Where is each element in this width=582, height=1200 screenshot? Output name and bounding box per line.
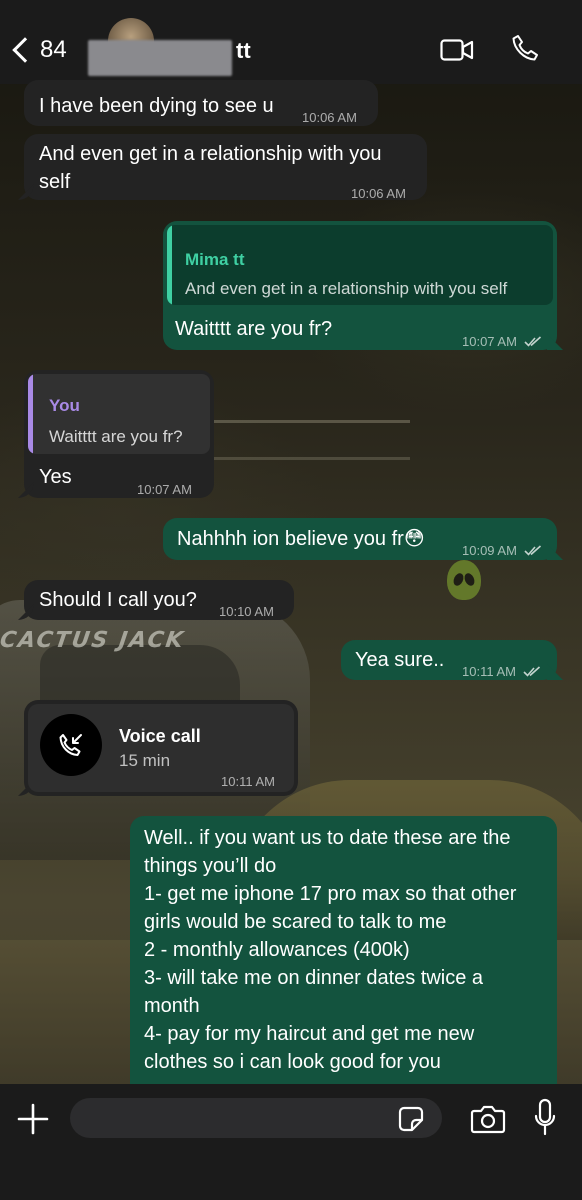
message-time: 10:06 AM — [351, 186, 406, 201]
reply-quote[interactable]: You Waitttt are you fr? — [28, 374, 210, 454]
message-time-text: 10:09 AM — [462, 543, 517, 558]
message-time-text: 10:11 AM — [462, 664, 516, 679]
redacted-contact-name — [88, 40, 232, 76]
message-text-line: girls would be scared to talk to me — [144, 911, 447, 933]
message-text-line: self — [39, 171, 71, 193]
back-button[interactable]: 84 — [10, 32, 80, 68]
message-incoming[interactable]: And even get in a relationship with you … — [18, 134, 427, 201]
wallpaper-fence — [200, 420, 410, 460]
message-time: 10:10 AM — [219, 604, 274, 619]
incoming-call-icon — [40, 714, 102, 776]
message-time: 10:07 AM — [462, 328, 542, 356]
read-ticks-icon — [523, 666, 540, 677]
message-incoming[interactable]: You Waitttt are you fr? Yes 10:07 AM — [18, 370, 214, 498]
call-title: Voice call — [119, 726, 201, 746]
message-text: I have been dying to see u — [39, 95, 274, 117]
message-text-line: 3- will take me on dinner dates twice a — [144, 967, 484, 989]
message-time: 10:11 AM — [221, 774, 275, 789]
message-text-line: things you’ll do — [144, 855, 277, 877]
voice-call-message[interactable]: Voice call 15 min 10:11 AM — [18, 700, 298, 796]
unread-count: 84 — [40, 36, 67, 63]
message-outgoing[interactable]: Yea sure.. 10:11 AM — [341, 640, 563, 680]
message-text-line: clothes so i can look good for you — [144, 1051, 441, 1073]
message-time: 10:11 AM — [462, 658, 541, 686]
video-call-icon[interactable] — [440, 38, 474, 62]
read-ticks-icon — [523, 336, 541, 347]
call-duration: 15 min — [119, 751, 171, 770]
camera-icon[interactable] — [470, 1104, 506, 1134]
phone-icon[interactable] — [511, 34, 539, 62]
contact-name[interactable]: tt — [236, 38, 251, 64]
wallpaper-alien — [447, 560, 481, 600]
message-text-line: Well.. if you want us to date these are … — [144, 827, 511, 849]
reply-text: And even get in a relationship with you … — [185, 279, 508, 298]
chevron-left-icon — [12, 37, 38, 63]
reply-bar — [167, 225, 172, 305]
reply-sender: Mima tt — [185, 250, 245, 269]
reply-quote[interactable]: Mima tt And even get in a relationship w… — [167, 225, 553, 305]
message-text-block: Well.. if you want us to date these are … — [144, 824, 516, 1076]
reply-bar — [28, 374, 33, 454]
message-incoming[interactable]: Should I call you? 10:10 AM — [18, 580, 294, 620]
message-input[interactable] — [70, 1098, 442, 1138]
message-time: 10:09 AM — [462, 537, 542, 565]
message-text-line: And even get in a relationship with you — [39, 143, 382, 165]
plus-icon[interactable] — [16, 1102, 50, 1136]
message-time: 10:06 AM — [302, 110, 357, 125]
microphone-icon[interactable] — [533, 1098, 557, 1138]
message-text-line: month — [144, 995, 200, 1017]
message-text: Waitttt are you fr? — [175, 318, 333, 340]
message-text-line: 1- get me iphone 17 pro max so that othe… — [144, 883, 517, 905]
sticker-icon[interactable] — [398, 1106, 424, 1132]
message-outgoing[interactable]: Nahhhh ion believe you fr😳 10:09 AM — [163, 518, 563, 560]
wallpaper-text: CACTUS JACK — [0, 628, 187, 653]
message-incoming[interactable]: I have been dying to see u 10:06 AM — [24, 80, 378, 126]
message-text: Yes — [39, 466, 72, 488]
message-text-line: 4- pay for my haircut and get me new — [144, 1023, 475, 1045]
message-text-line: 2 - monthly allowances (400k) — [144, 939, 410, 961]
reply-sender: You — [49, 396, 80, 415]
message-outgoing[interactable]: Mima tt And even get in a relationship w… — [163, 221, 563, 350]
message-text: Should I call you? — [39, 589, 197, 611]
reply-text: Waitttt are you fr? — [49, 427, 183, 446]
message-time: 10:07 AM — [137, 482, 192, 497]
message-text: Yea sure.. — [355, 649, 445, 671]
message-time-text: 10:07 AM — [462, 334, 517, 349]
read-ticks-icon — [523, 545, 541, 556]
message-text: Nahhhh ion believe you fr😳 — [177, 528, 425, 550]
chat-header: 84 tt — [0, 0, 582, 84]
composer-bar — [0, 1084, 582, 1200]
message-outgoing[interactable]: Well.. if you want us to date these are … — [130, 816, 557, 1106]
